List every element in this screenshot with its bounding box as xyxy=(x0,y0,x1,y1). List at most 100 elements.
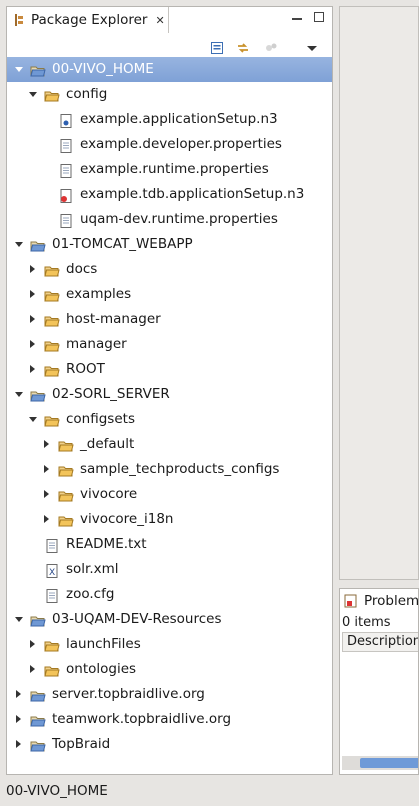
file-node[interactable]: README.txt xyxy=(7,532,332,557)
tree-node-label: server.topbraidlive.org xyxy=(52,686,205,702)
tree-node-label: host-manager xyxy=(66,311,161,327)
folder-node[interactable]: sample_techproducts_configs xyxy=(7,457,332,482)
text-file-icon xyxy=(44,587,60,603)
project-node[interactable]: 03-UQAM-DEV-Resources xyxy=(7,607,332,632)
expand-arrow-closed-icon[interactable] xyxy=(28,257,38,282)
expand-arrow-open-icon[interactable] xyxy=(14,607,24,632)
n3-file-icon xyxy=(58,187,74,203)
project-folder-icon xyxy=(30,612,46,627)
project-node[interactable]: 01-TOMCAT_WEBAPP xyxy=(7,232,332,257)
project-node[interactable]: TopBraid xyxy=(7,732,332,757)
folder-icon xyxy=(44,412,60,427)
expand-arrow-closed-icon[interactable] xyxy=(42,482,52,507)
expand-arrow-closed-icon[interactable] xyxy=(42,507,52,532)
tree-node-label: configsets xyxy=(66,411,135,427)
tree-node-label: solr.xml xyxy=(66,561,119,577)
file-node[interactable]: example.tdb.applicationSetup.n3 xyxy=(7,182,332,207)
expand-arrow-open-icon[interactable] xyxy=(14,382,24,407)
view-menu-chevron-down-icon[interactable] xyxy=(305,41,319,55)
folder-icon xyxy=(44,262,60,277)
expand-arrow-open-icon[interactable] xyxy=(14,57,24,82)
tree-node-label: ontologies xyxy=(66,661,137,677)
expand-arrow-closed-icon[interactable] xyxy=(42,457,52,482)
folder-node[interactable]: config xyxy=(7,82,332,107)
tree-node-label: example.tdb.applicationSetup.n3 xyxy=(80,186,305,202)
folder-icon xyxy=(44,287,60,302)
tree-node-label: teamwork.topbraidlive.org xyxy=(52,711,232,727)
file-node[interactable]: Xsolr.xml xyxy=(7,557,332,582)
project-node[interactable]: 02-SORL_SERVER xyxy=(7,382,332,407)
folder-node[interactable]: vivocore_i18n xyxy=(7,507,332,532)
tree-node-label: uqam-dev.runtime.properties xyxy=(80,211,278,227)
expand-arrow-open-icon[interactable] xyxy=(28,82,38,107)
project-node[interactable]: 00-VIVO_HOME xyxy=(7,57,332,82)
properties-file-icon xyxy=(58,212,74,228)
expand-arrow-closed-icon[interactable] xyxy=(28,307,38,332)
folder-node[interactable]: _default xyxy=(7,432,332,457)
status-bar-text: 00-VIVO_HOME xyxy=(6,783,108,799)
folder-icon xyxy=(44,637,60,652)
tree-node-label: docs xyxy=(66,261,98,277)
folder-icon xyxy=(58,437,74,452)
description-column-header[interactable]: Description xyxy=(342,632,418,652)
expand-arrow-open-icon[interactable] xyxy=(28,407,38,432)
expand-arrow-open-icon[interactable] xyxy=(14,232,24,257)
close-icon[interactable]: ✕ xyxy=(155,14,164,27)
problems-count: 0 items xyxy=(342,615,391,630)
svg-text:X: X xyxy=(49,568,55,578)
file-node[interactable]: example.applicationSetup.n3 xyxy=(7,107,332,132)
tree-node-label: 03-UQAM-DEV-Resources xyxy=(52,611,222,627)
folder-node[interactable]: launchFiles xyxy=(7,632,332,657)
view-menu-extra-icon[interactable] xyxy=(264,41,278,55)
tree-node-label: 00-VIVO_HOME xyxy=(52,61,154,77)
expand-arrow-closed-icon[interactable] xyxy=(14,682,24,707)
link-with-editor-icon[interactable] xyxy=(236,41,250,55)
tree-node-label: 02-SORL_SERVER xyxy=(52,386,170,402)
expand-arrow-closed-icon[interactable] xyxy=(28,282,38,307)
file-node[interactable]: example.developer.properties xyxy=(7,132,332,157)
tree-node-label: README.txt xyxy=(66,536,147,552)
maximize-icon[interactable] xyxy=(314,12,324,22)
expand-arrow-closed-icon[interactable] xyxy=(42,432,52,457)
problems-view: Problem 0 items Description xyxy=(339,588,419,775)
minimize-icon[interactable] xyxy=(292,17,302,20)
folder-node[interactable]: docs xyxy=(7,257,332,282)
folder-icon xyxy=(58,487,74,502)
project-node[interactable]: teamwork.topbraidlive.org xyxy=(7,707,332,732)
properties-file-icon xyxy=(58,137,74,153)
expand-arrow-closed-icon[interactable] xyxy=(28,332,38,357)
file-node[interactable]: example.runtime.properties xyxy=(7,157,332,182)
tree-node-label: examples xyxy=(66,286,132,302)
scrollbar-thumb[interactable] xyxy=(360,758,418,768)
folder-node[interactable]: host-manager xyxy=(7,307,332,332)
file-node[interactable]: zoo.cfg xyxy=(7,582,332,607)
package-explorer-tab[interactable]: Package Explorer ✕ xyxy=(7,7,169,33)
project-folder-icon xyxy=(30,712,46,727)
folder-icon xyxy=(58,462,74,477)
expand-arrow-closed-icon[interactable] xyxy=(14,732,24,757)
tree-node-label: launchFiles xyxy=(66,636,141,652)
expand-arrow-closed-icon[interactable] xyxy=(28,657,38,682)
folder-icon xyxy=(44,87,60,102)
project-folder-icon xyxy=(30,687,46,702)
tree-node-label: _default xyxy=(80,436,135,452)
tree-node-label: example.applicationSetup.n3 xyxy=(80,111,278,127)
folder-node[interactable]: ROOT xyxy=(7,357,332,382)
folder-node[interactable]: vivocore xyxy=(7,482,332,507)
horizontal-scrollbar[interactable] xyxy=(342,756,418,770)
collapse-all-icon[interactable] xyxy=(210,41,224,55)
expand-arrow-closed-icon[interactable] xyxy=(14,707,24,732)
file-node[interactable]: uqam-dev.runtime.properties xyxy=(7,207,332,232)
folder-node[interactable]: ontologies xyxy=(7,657,332,682)
expand-arrow-closed-icon[interactable] xyxy=(28,632,38,657)
xml-file-icon: X xyxy=(44,562,60,578)
problems-tab[interactable]: Problem xyxy=(340,589,418,613)
n3-file-icon xyxy=(58,112,74,128)
folder-node[interactable]: configsets xyxy=(7,407,332,432)
project-node[interactable]: server.topbraidlive.org xyxy=(7,682,332,707)
expand-arrow-closed-icon[interactable] xyxy=(28,357,38,382)
package-explorer-title: Package Explorer xyxy=(31,12,148,28)
folder-node[interactable]: examples xyxy=(7,282,332,307)
project-folder-icon xyxy=(30,387,46,402)
folder-node[interactable]: manager xyxy=(7,332,332,357)
